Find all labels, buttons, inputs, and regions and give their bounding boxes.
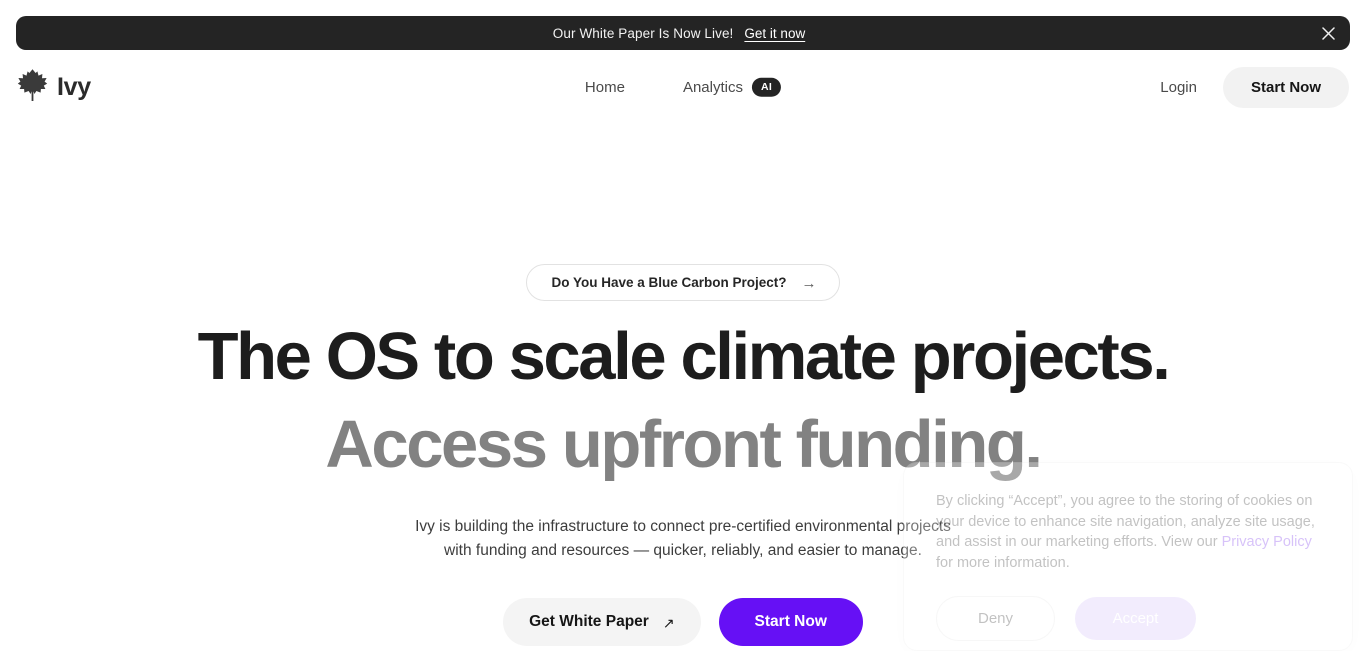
site-header: Ivy Home Analytics AI Login Start Now [0, 50, 1366, 124]
brand-logo[interactable]: Ivy [17, 68, 91, 107]
page-title: The OS to scale climate projects. Access… [0, 323, 1366, 478]
arrow-right-icon: → [801, 275, 817, 292]
announcement-cta-link[interactable]: Get it now [744, 26, 805, 41]
arrow-up-right-icon: ↗ [662, 614, 675, 631]
cookie-consent-text: By clicking “Accept”, you agree to the s… [936, 491, 1320, 573]
hero-subtitle: Ivy is building the infrastructure to co… [415, 518, 951, 560]
nav-item-analytics[interactable]: Analytics AI [682, 77, 782, 97]
brand-name: Ivy [57, 72, 91, 101]
cookie-consent-dialog: By clicking “Accept”, you agree to the s… [903, 462, 1353, 651]
login-link[interactable]: Login [1160, 79, 1197, 96]
nav-item-home[interactable]: Home [585, 79, 625, 96]
cookie-deny-button[interactable]: Deny [936, 596, 1055, 642]
privacy-policy-link[interactable]: Privacy Policy [1222, 534, 1312, 550]
hero-start-now-button[interactable]: Start Now [718, 597, 863, 646]
cookie-consent-actions: Deny Accept [936, 596, 1320, 642]
close-icon[interactable] [1316, 21, 1340, 45]
announcement-content: Our White Paper Is Now Live! Get it now [553, 26, 805, 41]
blue-carbon-project-pill-label: Do You Have a Blue Carbon Project? [551, 275, 787, 290]
blue-carbon-project-pill[interactable]: Do You Have a Blue Carbon Project? → [526, 264, 840, 301]
get-white-paper-label: Get White Paper [529, 612, 649, 630]
ivy-leaf-logo-icon [17, 68, 48, 107]
hero-title-line-1: The OS to scale climate projects. [197, 319, 1171, 394]
announcement-banner-wrap: Our White Paper Is Now Live! Get it now [0, 0, 1366, 50]
ai-badge: AI [751, 77, 782, 97]
cookie-consent-text-after-link: for more information. [936, 554, 1070, 571]
nav-item-analytics-label: Analytics [682, 78, 743, 96]
announcement-text: Our White Paper Is Now Live! [552, 25, 734, 41]
header-start-now-button[interactable]: Start Now [1222, 66, 1349, 108]
cookie-accept-button[interactable]: Accept [1075, 597, 1196, 641]
announcement-banner: Our White Paper Is Now Live! Get it now [16, 16, 1350, 50]
get-white-paper-button[interactable]: Get White Paper ↗ [503, 597, 701, 646]
main-nav: Home Analytics AI [585, 77, 782, 97]
header-actions: Login Start Now [1160, 66, 1349, 108]
